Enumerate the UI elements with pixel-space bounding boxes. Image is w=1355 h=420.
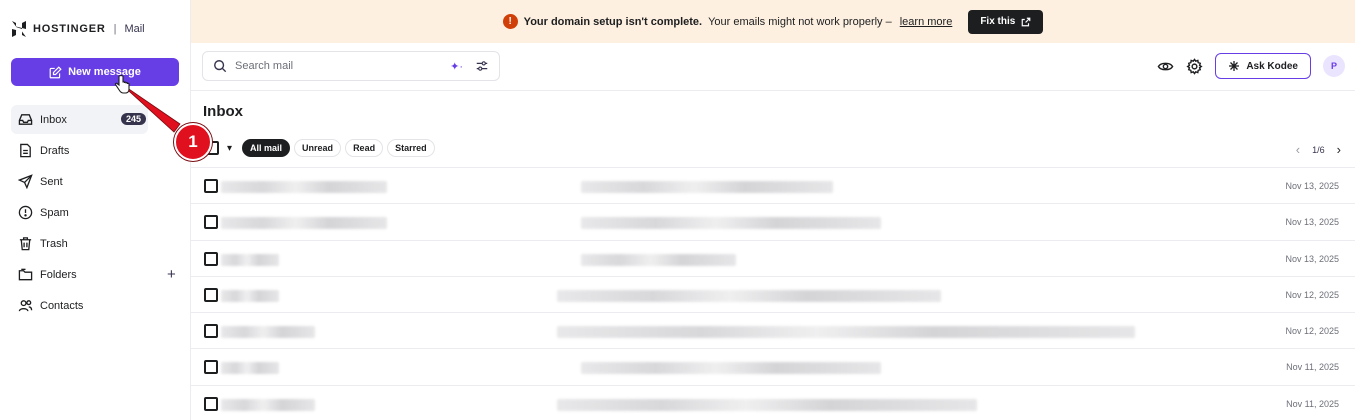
mail-list: Nov 13, 2025 Nov 13, 2025 Nov 13, 2025 N… — [191, 167, 1355, 420]
settings-gear-icon[interactable] — [1186, 57, 1203, 75]
mail-date: Nov 12, 2025 — [1285, 326, 1339, 337]
subject-redacted — [557, 326, 1135, 339]
compose-icon — [49, 65, 62, 78]
row-checkbox[interactable] — [204, 396, 218, 411]
sender-redacted — [221, 253, 279, 266]
pagination: ‹ 1/6 › — [1296, 142, 1341, 157]
banner-bold-text: Your domain setup isn't complete. — [523, 15, 703, 28]
fix-this-button[interactable]: Fix this — [968, 9, 1044, 34]
subject-redacted — [581, 181, 833, 193]
sidebar-item-sent[interactable]: Sent — [11, 167, 148, 196]
contacts-icon — [18, 300, 33, 312]
sidebar-item-label: Drafts — [40, 144, 70, 157]
subject-redacted — [581, 253, 736, 266]
row-checkbox[interactable] — [204, 251, 218, 266]
chevron-left-icon[interactable]: ‹ — [1296, 142, 1300, 157]
row-checkbox[interactable] — [204, 287, 218, 302]
external-link-icon — [1021, 17, 1031, 26]
eye-icon[interactable] — [1157, 58, 1174, 75]
brand-logo[interactable]: HOSTINGER | Mail — [11, 20, 145, 38]
mail-app: HOSTINGER | Mail New message Inbox 245 D… — [0, 0, 1355, 420]
learn-more-link[interactable]: learn more — [900, 16, 953, 28]
sidebar-item-label: Contacts — [40, 299, 84, 312]
mail-date: Nov 11, 2025 — [1286, 362, 1339, 373]
spam-icon — [18, 205, 33, 220]
sidebar-item-spam[interactable]: Spam — [11, 198, 148, 227]
mail-row[interactable]: Nov 11, 2025 — [191, 348, 1355, 384]
filter-chip-read[interactable]: Read — [345, 139, 384, 157]
mail-date: Nov 13, 2025 — [1285, 181, 1339, 191]
brand-name: HOSTINGER — [33, 23, 106, 35]
mail-date: Nov 13, 2025 — [1285, 253, 1339, 264]
trash-icon — [19, 237, 32, 251]
sidebar: HOSTINGER | Mail New message Inbox 245 D… — [0, 0, 191, 420]
sidebar-item-label: Inbox — [40, 113, 67, 126]
hand-cursor-icon — [114, 75, 130, 94]
search-input[interactable] — [235, 60, 435, 72]
top-toolbar: Ask Kodee P — [1157, 53, 1345, 79]
row-checkbox[interactable] — [204, 324, 218, 339]
mail-row[interactable]: Nov 13, 2025 — [191, 167, 1355, 203]
filter-bar: ▾ All mail Unread Read Starred — [205, 139, 435, 157]
sidebar-item-label: Folders — [40, 268, 77, 281]
mail-row[interactable]: Nov 11, 2025 — [191, 384, 1355, 420]
banner-text: Your emails might not work properly – — [708, 15, 892, 28]
mail-row[interactable]: Nov 13, 2025 — [191, 203, 1355, 239]
row-checkbox[interactable] — [204, 179, 218, 193]
subject-redacted — [581, 217, 881, 230]
inbox-icon — [18, 114, 33, 125]
filter-chip-starred[interactable]: Starred — [387, 139, 435, 157]
sidebar-item-folders[interactable]: Folders + — [11, 260, 176, 289]
row-checkbox[interactable] — [204, 360, 218, 375]
mail-date: Nov 11, 2025 — [1286, 398, 1339, 409]
sender-redacted — [221, 289, 279, 302]
hostinger-logo-icon — [12, 21, 26, 37]
sidebar-item-contacts[interactable]: Contacts — [11, 291, 148, 320]
search-bar[interactable]: ✦· — [202, 51, 500, 81]
sidebar-item-label: Spam — [40, 206, 69, 219]
chevron-right-icon[interactable]: › — [1337, 142, 1341, 157]
search-icon — [214, 60, 227, 73]
user-avatar[interactable]: P — [1323, 55, 1345, 77]
ai-sparkle-icon[interactable]: ✦· — [450, 60, 463, 73]
ask-kodee-label: Ask Kodee — [1246, 60, 1298, 72]
sender-redacted — [221, 181, 387, 193]
sender-redacted — [221, 362, 279, 375]
mail-row[interactable]: Nov 13, 2025 — [191, 239, 1355, 276]
add-folder-icon[interactable]: + — [167, 266, 176, 283]
row-checkbox[interactable] — [204, 215, 218, 230]
header-divider — [191, 90, 1355, 91]
mail-date: Nov 12, 2025 — [1285, 289, 1339, 300]
kodee-sparkle-icon — [1229, 61, 1240, 71]
mail-row[interactable]: Nov 12, 2025 — [191, 312, 1355, 348]
sender-redacted — [221, 326, 315, 339]
sidebar-item-trash[interactable]: Trash — [11, 229, 148, 258]
warning-icon: ! — [502, 14, 518, 29]
sidebar-item-label: Sent — [40, 175, 63, 188]
domain-warning-banner: ! Your domain setup isn't complete. Your… — [191, 0, 1355, 43]
fix-this-label: Fix this — [980, 16, 1016, 27]
sidebar-item-label: Trash — [40, 237, 68, 250]
mail-row[interactable]: Nov 12, 2025 — [191, 275, 1355, 312]
filter-chip-all-mail[interactable]: All mail — [242, 139, 291, 157]
ask-kodee-button[interactable]: Ask Kodee — [1215, 53, 1311, 79]
filter-icon[interactable] — [475, 59, 489, 73]
subject-redacted — [557, 398, 977, 411]
subject-redacted — [557, 289, 941, 302]
draft-icon — [20, 143, 31, 158]
step-callout: 1 — [174, 123, 212, 161]
filter-chip-unread[interactable]: Unread — [294, 139, 342, 157]
mail-date: Nov 13, 2025 — [1285, 217, 1339, 228]
brand-separator: | — [113, 23, 117, 35]
brand-product: Mail — [124, 23, 145, 35]
send-icon — [18, 174, 33, 189]
sender-redacted — [221, 217, 387, 230]
subject-redacted — [581, 362, 881, 375]
page-indicator: 1/6 — [1312, 144, 1325, 155]
chevron-down-icon[interactable]: ▾ — [227, 143, 232, 154]
sender-redacted — [221, 398, 315, 411]
folder-icon — [18, 268, 33, 281]
